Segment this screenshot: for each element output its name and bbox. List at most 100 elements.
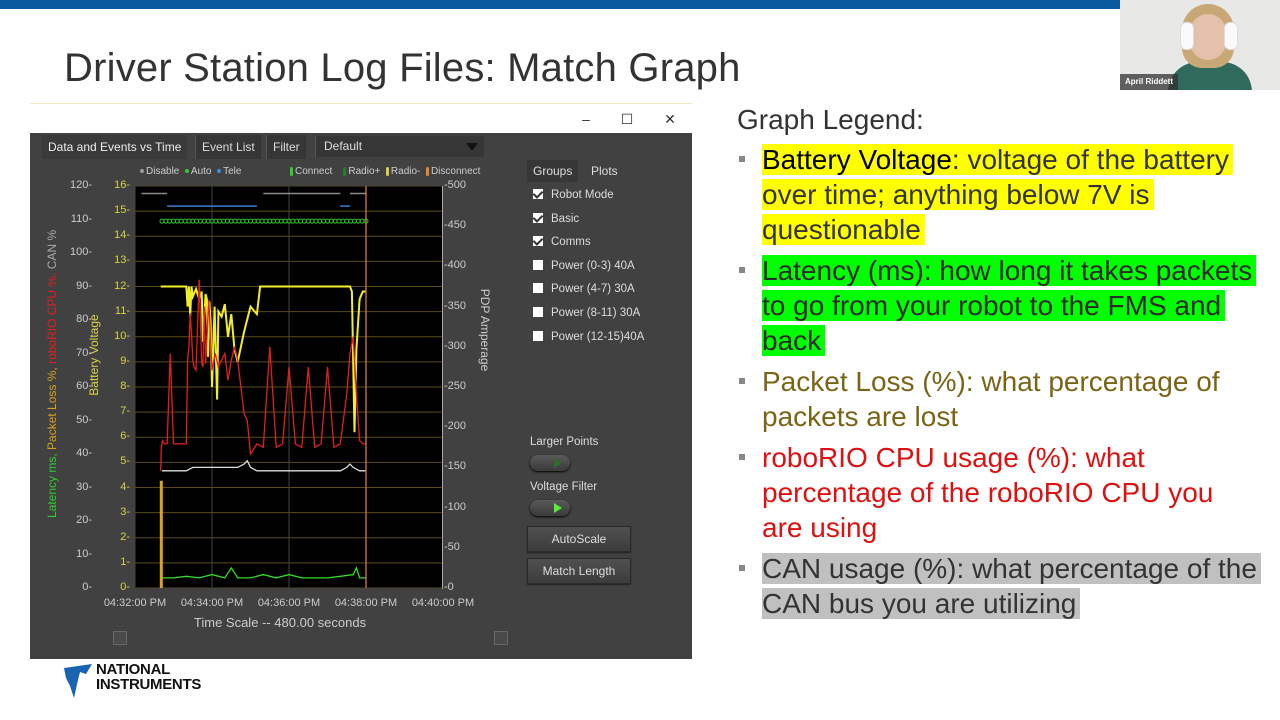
group-label: Power (12-15)40A [551,330,645,343]
legend-item-can-usage: CAN usage (%): what percentage of the CA… [737,551,1261,621]
legend-radio-minus: Radio- [385,166,420,177]
filter-select-value: Default [324,139,363,153]
driver-station-log-viewer-window: – ☐ ✕ Data and Events vs Time Event List… [30,103,692,659]
legend-item-name: Latency (ms) [762,255,924,286]
group-label: Basic [551,212,580,225]
checkbox-unchecked-icon[interactable] [533,330,543,341]
legend-connect: Connect [290,166,332,177]
scroll-left-button[interactable] [113,631,127,645]
left-y-tick: 30- [76,480,92,493]
legend-item-battery-voltage: Battery Voltage: voltage of the battery … [737,142,1257,247]
checkbox-unchecked-icon[interactable] [533,259,543,270]
tab-groups[interactable]: Groups [527,160,579,182]
legend-item-packet-loss: Packet Loss (%): what percentage of pack… [737,364,1257,434]
right-y-tick: -150 [444,460,467,473]
legend-radio-plus: Radio+ [343,166,380,177]
left-y-tick: 0- [82,581,92,593]
checkbox-checked-icon[interactable] [533,236,543,247]
bullet-icon [739,454,745,460]
voltage-y-tick: 13- [114,254,130,267]
legend-disable: Disable [140,166,179,177]
close-button[interactable]: ✕ [656,108,684,130]
tab-data-and-events[interactable]: Data and Events vs Time [42,135,188,159]
toggle-indicator-icon [554,503,562,513]
ni-logo-text: NATIONAL INSTRUMENTS [96,662,201,692]
axis-title-cpu: roboRIO CPU %, [45,269,59,364]
series-latency-ms [161,566,366,579]
maximize-button[interactable]: ☐ [613,108,641,130]
headphone-icon [1180,22,1194,50]
tab-event-list[interactable]: Event List [195,135,261,159]
larger-points-label: Larger Points [530,436,599,448]
minimize-button[interactable]: – [572,108,600,130]
group-checkbox-power-12-15-40a[interactable]: Power (12-15)40A [533,329,644,345]
x-tick: 04:38:00 PM [334,597,398,609]
pdp-axis-title: PDP Amperage [478,288,492,372]
voltage-y-tick: 7- [120,405,130,418]
dot-icon [140,169,144,174]
ni-logo-line2: INSTRUMENTS [96,676,202,693]
group-checkbox-power-0-3-40a[interactable]: Power (0-3) 40A [533,258,635,274]
window-titlebar: – ☐ ✕ [30,103,692,134]
tab-filter[interactable]: Filter [266,135,306,159]
checkbox-checked-icon[interactable] [533,189,543,199]
legend-item-text: Packet Loss (%): what percentage of pack… [762,366,1224,432]
left-y-tick: 70- [76,346,92,359]
legend-disconnect: Disconnect [425,166,480,177]
diamond-marker-icon [385,166,389,176]
group-checkbox-comms[interactable]: Comms [533,234,591,250]
checkbox-checked-icon[interactable] [533,212,543,223]
event-legend: Connect Radio+ Radio- Disconnect [290,166,480,177]
group-checkbox-power-8-11-30a[interactable]: Power (8-11) 30A [533,305,640,321]
group-checkbox-basic[interactable]: Basic [533,211,579,227]
x-tick: 04:32:00 PM [103,597,167,609]
legend-item-text: CAN usage (%): what percentage of the CA… [762,553,1261,619]
left-y-tick: 110- [70,212,92,225]
voltage-y-tick: 4- [120,480,130,493]
left-y-tick: 80- [76,313,92,325]
match-graph-plot[interactable] [134,185,444,589]
tab-plots[interactable]: Plots [585,160,624,182]
match-length-button[interactable]: Match Length [527,558,631,584]
dot-icon [184,169,189,174]
bullet-icon [739,156,745,162]
right-y-tick: -450 [444,219,467,232]
voltage-filter-label: Voltage Filter [530,481,598,493]
scroll-right-button[interactable] [494,631,508,645]
left-y-tick: 120- [69,179,92,191]
x-tick: 04:34:00 PM [180,597,244,609]
legend-item-latency-ms: Latency (ms): how long it takes packets … [737,253,1257,358]
diamond-marker-icon [343,166,347,176]
headphone-icon [1224,22,1238,50]
right-y-tick: -400 [444,259,467,272]
filter-select[interactable]: Default [315,136,484,157]
group-checkbox-robot-mode[interactable]: Robot Mode [533,187,614,203]
legend-auto: Auto [184,166,212,177]
checkbox-unchecked-icon[interactable] [533,283,543,294]
toggle-indicator-icon [554,458,562,468]
voltage-y-tick: 0- [120,581,130,593]
voltage-y-tick: 6- [120,430,130,443]
legend-item-text: roboRIO CPU usage (%): what percentage o… [762,442,1217,543]
left-y-tick: 90- [76,279,92,292]
left-y-tick: 50- [76,413,92,426]
group-label: Comms [551,236,591,249]
legend-item-name: Battery Voltage [762,144,952,175]
ni-eagle-icon [64,664,92,698]
voltage-filter-toggle[interactable] [530,500,570,516]
right-y-tick: -350 [444,299,467,312]
presenter-name-tag: April Riddett [1120,74,1178,90]
presenter-webcam: April Riddett [1120,0,1280,90]
checkbox-unchecked-icon[interactable] [533,307,543,317]
autoscale-button[interactable]: AutoScale [527,526,631,552]
voltage-y-tick: 2- [120,530,130,543]
axis-title-can: CAN % [45,229,59,270]
larger-points-toggle[interactable] [530,455,570,471]
robot-mode-legend: Disable Auto Tele [140,166,241,177]
group-label: Robot Mode [551,189,614,201]
x-tick: 04:40:00 PM [411,597,475,609]
view-tabs: Data and Events vs Time Event List Filte… [30,133,692,159]
right-y-tick: -500 [444,179,467,191]
group-label: Power (0-3) 40A [551,259,635,272]
group-checkbox-power-4-7-30a[interactable]: Power (4-7) 30A [533,281,635,297]
